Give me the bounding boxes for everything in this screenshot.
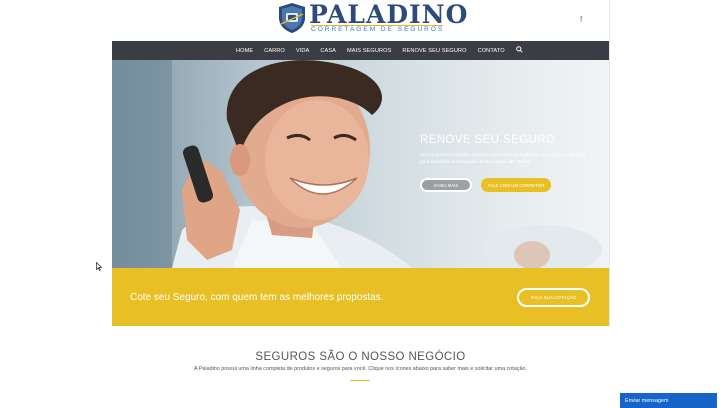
nav-item-carro[interactable]: CARRO — [264, 48, 285, 54]
quote-banner-text: Cote seu Seguro, com quem tem as melhore… — [130, 292, 384, 303]
hero-title: RENOVE SEU SEGURO — [420, 134, 556, 146]
mouse-cursor-icon — [96, 262, 102, 271]
shield-logo-icon — [279, 3, 305, 33]
brand-subtitle: CORRETAGEM DE SEGUROS — [311, 26, 445, 33]
nav-item-vida[interactable]: VIDA — [296, 48, 309, 54]
nav-item-contato[interactable]: CONTATO — [478, 48, 505, 54]
faca-cotacao-button[interactable]: FAÇA SUA COTAÇÃO — [517, 288, 590, 307]
section-divider — [350, 380, 370, 381]
site-header: PALADINO CORRETAGEM DE SEGUROS f — [112, 0, 609, 41]
chat-widget-button[interactable]: Enviar mensagem — [620, 393, 717, 408]
nav-item-home[interactable]: HOME — [236, 48, 253, 54]
saiba-mais-button[interactable]: SAIBA MAIS — [420, 178, 472, 192]
hero-description: Uma seguradora propõe a melhor, Conhecem… — [420, 152, 586, 164]
nav-item-renove-seu-seguro[interactable]: RENOVE SEU SEGURO — [402, 48, 466, 54]
page-container: PALADINO CORRETAGEM DE SEGUROS f HOME CA… — [112, 0, 609, 408]
hero-slider: RENOVE SEU SEGURO Uma seguradora propõe … — [112, 60, 609, 268]
nav-item-casa[interactable]: CASA — [320, 48, 336, 54]
quote-banner: Cote seu Seguro, com quem tem as melhore… — [112, 268, 609, 326]
section-description: A Paladino possui uma linha completa de … — [194, 366, 527, 372]
main-nav: HOME CARRO VIDA CASA MAIS SEGUROS RENOVE… — [112, 41, 609, 60]
page-frame-right — [609, 0, 610, 326]
section-title: SEGUROS SÃO O NOSSO NEGÓCIO — [255, 351, 466, 363]
brand-logo[interactable]: PALADINO CORRETAGEM DE SEGUROS — [277, 1, 467, 36]
fale-com-corretor-button[interactable]: FALE COM UM CORRETOR — [481, 178, 551, 192]
nav-item-mais-seguros[interactable]: MAIS SEGUROS — [347, 48, 391, 54]
search-icon[interactable] — [515, 46, 523, 55]
facebook-icon[interactable]: f — [580, 15, 582, 24]
